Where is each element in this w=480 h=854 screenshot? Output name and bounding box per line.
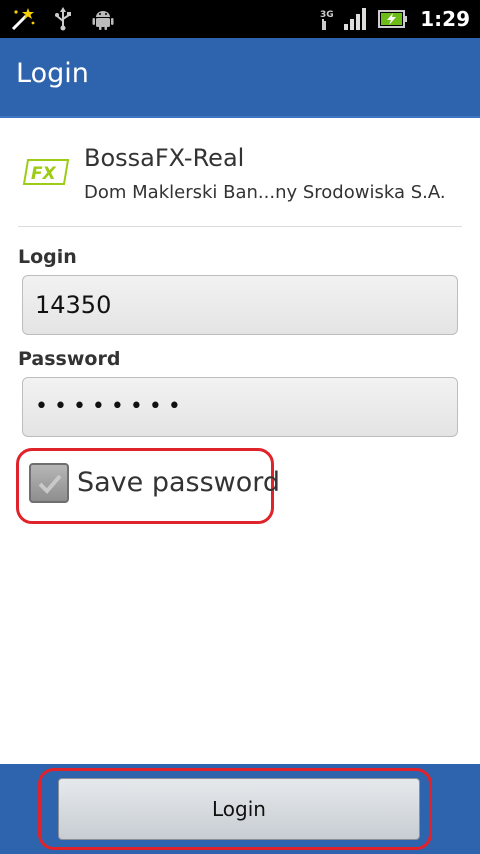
title-bar: Login xyxy=(0,38,480,118)
broker-company: Dom Maklerski Ban...ny Srodowiska S.A. xyxy=(84,182,446,203)
wand-icon xyxy=(10,6,36,32)
login-button[interactable]: Login xyxy=(58,778,420,840)
status-bar: 3G 1:29 xyxy=(0,0,480,38)
svg-text:FX: FX xyxy=(31,164,57,184)
status-time: 1:29 xyxy=(420,7,470,31)
broker-header: FX BossaFX-Real Dom Maklerski Ban...ny S… xyxy=(0,128,480,224)
svg-text:3G: 3G xyxy=(320,10,334,20)
3g-signal-icon: 3G xyxy=(316,6,367,32)
page-title: Login xyxy=(16,58,89,89)
fx-logo-icon: FX xyxy=(22,158,70,186)
login-input[interactable]: 14350 xyxy=(22,275,458,335)
password-label: Password xyxy=(18,348,121,370)
save-password-checkbox[interactable] xyxy=(29,463,69,503)
save-password-highlight: Save password xyxy=(16,448,280,524)
usb-icon xyxy=(50,6,76,32)
android-icon xyxy=(90,6,116,32)
save-password-label[interactable]: Save password xyxy=(77,467,280,498)
login-label: Login xyxy=(18,246,77,268)
divider xyxy=(18,226,462,227)
battery-charging-icon xyxy=(378,6,408,32)
checkmark-icon xyxy=(38,474,62,494)
password-input[interactable]: •••••••• xyxy=(22,377,458,437)
broker-name: BossaFX-Real xyxy=(84,144,245,172)
